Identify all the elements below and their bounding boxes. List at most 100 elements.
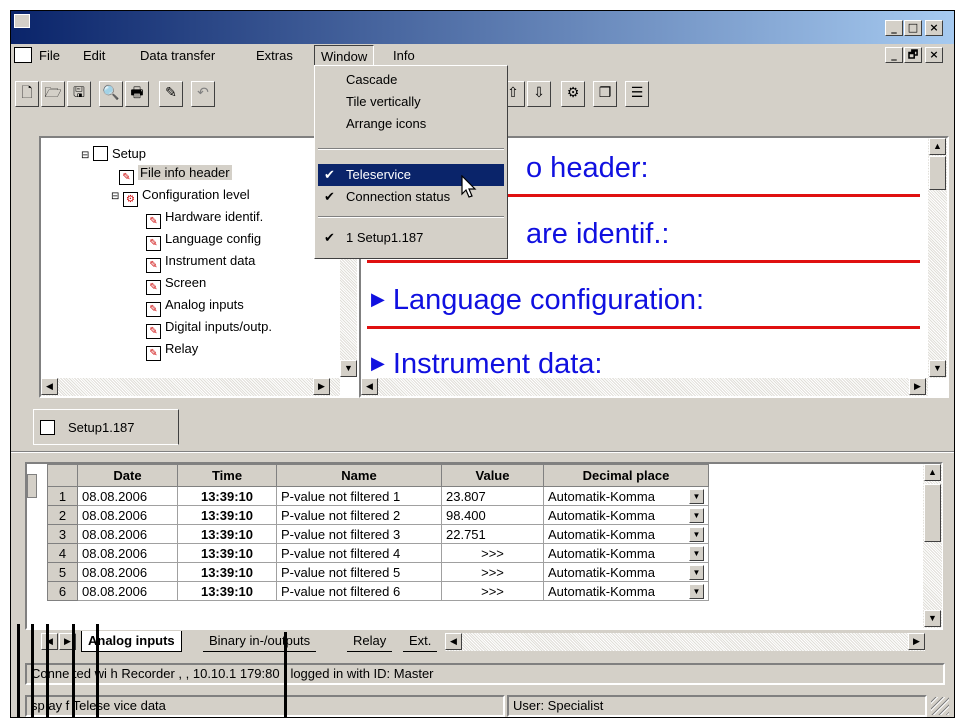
decimal-place-cell[interactable]: Automatik-Komma ▼ (543, 581, 709, 601)
table-row[interactable]: 2 08.08.2006 13:39:10 P-value not filtered … (47, 505, 709, 525)
combo-dropdown-icon[interactable]: ▼ (689, 583, 704, 599)
tree-item-analog[interactable]: ✎ Analog inputs (146, 297, 244, 317)
date-cell-text: 08.08.2006 (82, 488, 148, 504)
tree-item-config-level[interactable]: ⊟ ⚙ Configuration level (111, 187, 250, 207)
decimal-place-cell[interactable]: Automatik-Komma ▼ (543, 524, 709, 544)
menu-edit[interactable]: Edit (83, 48, 105, 63)
row-number-cell: 2 (47, 505, 78, 525)
column-header-time[interactable]: Time (177, 464, 277, 487)
column-header-name[interactable]: Name (276, 464, 442, 487)
title-bar[interactable] (11, 11, 954, 44)
decimal-place-cell[interactable]: Automatik-Komma ▼ (543, 543, 709, 563)
wizard-icon[interactable]: ✎ (159, 81, 183, 107)
table-row[interactable]: 5 08.08.2006 13:39:10 P-value not filtered … (47, 562, 709, 582)
resize-grip[interactable] (931, 697, 949, 715)
tab-ext[interactable]: Ext. (403, 631, 438, 652)
time-cell-text: 13:39:10 (200, 488, 254, 504)
row-number-cell-text: 3 (58, 526, 67, 542)
new-file-icon[interactable]: 🗋 (15, 81, 39, 107)
combo-dropdown-icon[interactable]: ▼ (689, 526, 704, 542)
decimal-place-cell[interactable]: Automatik-Komma ▼ (543, 505, 709, 525)
combo-dropdown-icon[interactable]: ▼ (689, 545, 704, 561)
close-window-button[interactable]: × (925, 20, 943, 36)
tree-item-file-info[interactable]: ✎ File info header (119, 165, 232, 185)
menu-data-transfer[interactable]: Data transfer (140, 48, 215, 63)
splitter[interactable] (11, 451, 954, 453)
date-cell: 08.08.2006 (77, 486, 178, 506)
tab-binary-io[interactable]: Binary in-/outputs (203, 631, 317, 652)
scroll-right-icon[interactable]: ▶ (313, 378, 330, 395)
callout-line (72, 624, 75, 718)
value-cell-text: >>> (481, 564, 504, 580)
table-row[interactable]: 6 08.08.2006 13:39:10 P-value not filtered … (47, 581, 709, 601)
print-preview-icon[interactable]: 🔍 (99, 81, 123, 107)
application-window: _ □ × File Edit Data transfer Extras Win… (10, 10, 955, 718)
menu-extras[interactable]: Extras (256, 48, 293, 63)
doc-restore-button[interactable]: 🗗 (904, 47, 922, 63)
tree-horizontal-scrollbar[interactable]: ◀ ▶ (41, 378, 340, 396)
tree-item-hardware[interactable]: ✎ Hardware identif. (146, 209, 263, 229)
download-icon[interactable]: ⇩ (527, 81, 551, 107)
minimize-button[interactable]: _ (885, 20, 903, 36)
document-tab[interactable]: Setup1.187 (33, 409, 179, 445)
tree-item-language[interactable]: ✎ Language config (146, 231, 261, 251)
menu-item-cascade[interactable]: Cascade (318, 69, 504, 91)
tile-windows-icon[interactable]: ☰ (625, 81, 649, 107)
tree-item-relay[interactable]: ✎ Relay (146, 341, 198, 361)
cascade-windows-icon[interactable]: ❐ (593, 81, 617, 107)
decimal-place-cell[interactable]: Automatik-Komma ▼ (543, 562, 709, 582)
value-cell: 22.751 (441, 524, 544, 544)
decimal-place-cell[interactable]: Automatik-Komma ▼ (543, 486, 709, 506)
maximize-button[interactable]: □ (904, 20, 922, 36)
scroll-right-icon[interactable]: ▶ (909, 378, 926, 395)
scroll-left-icon[interactable]: ◀ (41, 378, 58, 395)
combo-dropdown-icon[interactable]: ▼ (689, 488, 704, 504)
content-horizontal-scrollbar[interactable]: ◀ ▶ (361, 378, 928, 396)
recorder-icon[interactable]: ⚙ (561, 81, 585, 107)
scroll-up-icon[interactable]: ▲ (924, 464, 941, 481)
column-header-decimal[interactable]: Decimal place (543, 464, 709, 487)
document-icon[interactable] (14, 47, 32, 63)
tree-item-screen[interactable]: ✎ Screen (146, 275, 206, 295)
scroll-thumb[interactable] (929, 156, 946, 190)
table-row[interactable]: 1 08.08.2006 13:39:10 P-value not filtered … (47, 486, 709, 506)
tab-relay[interactable]: Relay (347, 631, 393, 652)
column-header-value[interactable]: Value (441, 464, 544, 487)
menu-item-setup-window[interactable]: ✔ 1 Setup1.187 (318, 227, 504, 249)
content-vertical-scrollbar[interactable]: ▲ ▼ (928, 138, 947, 378)
save-icon[interactable]: 🖫 (67, 81, 91, 107)
edit-doc-icon: ✎ (146, 214, 161, 229)
scroll-left-icon[interactable]: ◀ (361, 378, 378, 395)
doc-minimize-button[interactable]: _ (885, 47, 903, 63)
undo-icon[interactable]: ↶ (191, 81, 215, 107)
open-folder-icon[interactable]: 🗁 (41, 81, 65, 107)
doc-close-button[interactable]: × (925, 47, 943, 63)
sheet-horizontal-scrollbar[interactable]: ◀ ▶ (445, 633, 925, 651)
config-icon: ⚙ (123, 192, 139, 207)
scroll-down-icon[interactable]: ▼ (340, 360, 357, 377)
scroll-down-icon[interactable]: ▼ (929, 360, 946, 377)
scroll-down-icon[interactable]: ▼ (924, 610, 941, 627)
column-header-date[interactable]: Date (77, 464, 178, 487)
menu-item-arrange-icons[interactable]: Arrange icons (318, 113, 504, 135)
combo-dropdown-icon[interactable]: ▼ (689, 564, 704, 580)
menu-info[interactable]: Info (393, 48, 415, 63)
menu-window[interactable]: Window (314, 45, 375, 66)
scroll-thumb[interactable] (924, 484, 941, 542)
combo-dropdown-icon[interactable]: ▼ (689, 507, 704, 523)
table-row[interactable]: 4 08.08.2006 13:39:10 P-value not filtered … (47, 543, 709, 563)
menu-file[interactable]: File (39, 48, 60, 63)
app-icon[interactable] (14, 14, 30, 28)
scroll-up-icon[interactable]: ▲ (929, 138, 946, 155)
menu-item-tile-vertically[interactable]: Tile vertically (318, 91, 504, 113)
scroll-right-icon[interactable]: ▶ (908, 633, 925, 650)
tree-item-instrument[interactable]: ✎ Instrument data (146, 253, 255, 273)
grid-resize-handle[interactable] (27, 474, 37, 498)
table-row[interactable]: 3 08.08.2006 13:39:10 P-value not filtered … (47, 524, 709, 544)
print-icon[interactable]: 🖶 (125, 81, 149, 107)
tree-item-setup[interactable]: ⊟ Setup (81, 146, 146, 161)
scroll-left-icon[interactable]: ◀ (445, 633, 462, 650)
tab-scroll-left-icon[interactable]: ◀ (41, 633, 58, 650)
tree-item-digital[interactable]: ✎ Digital inputs/outp. (146, 319, 272, 339)
table-vertical-scrollbar[interactable]: ▲ ▼ (923, 464, 942, 628)
